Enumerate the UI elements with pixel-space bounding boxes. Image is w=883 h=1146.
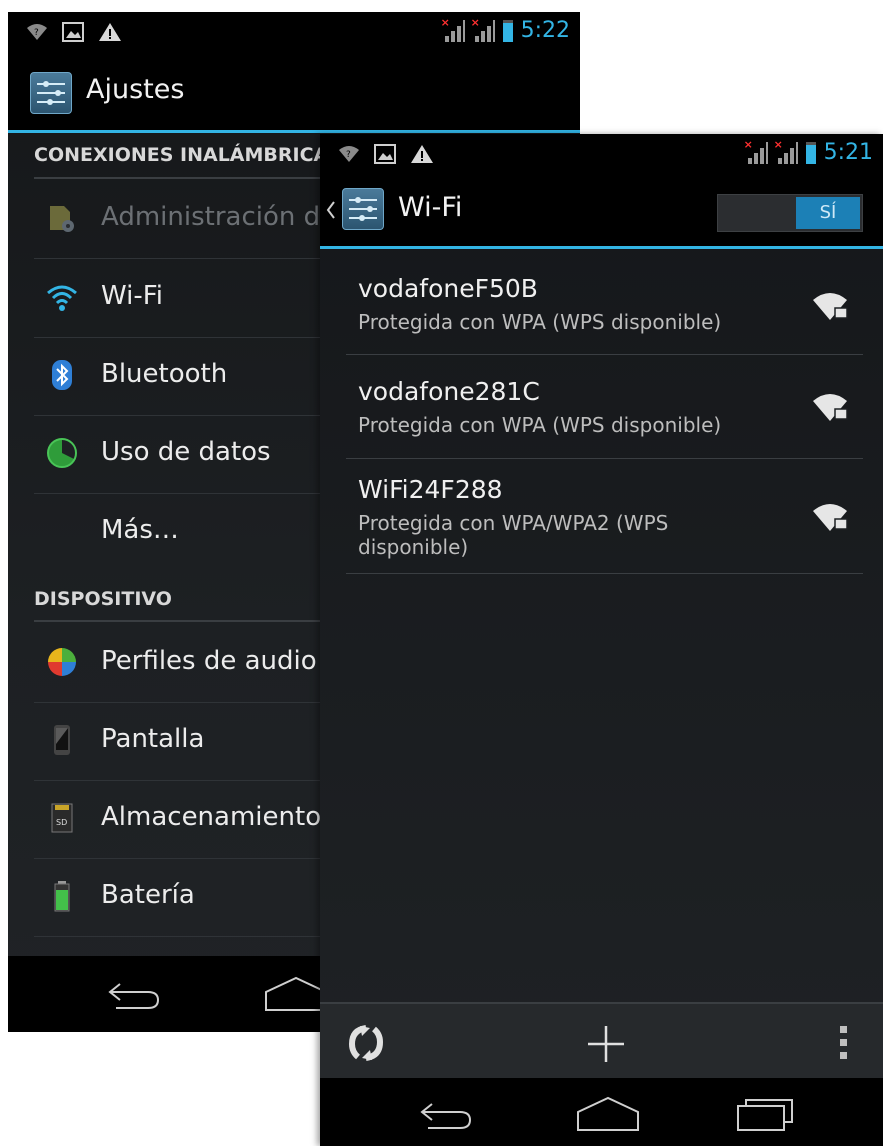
- settings-item-label: Almacenamiento: [101, 802, 322, 832]
- sim-management-icon: [50, 206, 74, 232]
- wifi-toggle[interactable]: SÍ: [717, 194, 863, 232]
- wifi-network-item[interactable]: vodafone281C Protegida con WPA (WPS disp…: [346, 355, 863, 459]
- status-time: 5:21: [823, 140, 873, 165]
- wifi-locked-signal-icon: [813, 394, 848, 421]
- recent-apps-icon[interactable]: [736, 1096, 796, 1132]
- network-security: Protegida con WPA/WPA2 (WPS disponible): [358, 511, 669, 559]
- network-security: Protegida con WPA (WPS disponible): [358, 413, 722, 437]
- svg-text:?: ?: [34, 28, 39, 38]
- settings-app-icon[interactable]: [342, 188, 384, 230]
- navigation-bar: [320, 1078, 883, 1146]
- wifi-locked-signal-icon: [813, 504, 848, 531]
- warning-icon: [99, 23, 121, 41]
- wifi-network-item[interactable]: WiFi24F288 Protegida con WPA/WPA2 (WPS d…: [346, 459, 863, 574]
- overflow-menu-icon[interactable]: [838, 1024, 850, 1062]
- image-notification-icon: [62, 22, 84, 42]
- settings-item-label: Batería: [101, 880, 195, 910]
- network-ssid: WiFi24F288: [358, 475, 503, 504]
- action-bar: Ajustes: [8, 54, 580, 133]
- wifi-question-icon: ?: [339, 146, 359, 162]
- home-icon[interactable]: [264, 976, 328, 1012]
- settings-item-label: Pantalla: [101, 724, 205, 754]
- back-icon[interactable]: [106, 980, 162, 1010]
- network-security: Protegida con WPA (WPS disponible): [358, 310, 722, 334]
- home-icon[interactable]: [576, 1096, 640, 1132]
- status-bar: ? × × 5:21: [320, 134, 883, 176]
- battery-status-icon: [502, 19, 513, 42]
- page-title: Wi-Fi: [398, 192, 463, 223]
- data-usage-icon: [47, 438, 77, 468]
- settings-item-label: Bluetooth: [101, 359, 228, 389]
- wifi-question-icon: ?: [27, 24, 47, 40]
- settings-item-label: Más…: [101, 515, 179, 545]
- section-header-device: DISPOSITIVO: [34, 588, 172, 610]
- wifi-icon: [47, 285, 77, 311]
- display-icon: [54, 725, 70, 755]
- network-ssid: vodafoneF50B: [358, 274, 538, 303]
- battery-icon: [54, 881, 70, 912]
- settings-app-icon[interactable]: [30, 72, 72, 114]
- signal-sim1-icon: ×: [441, 16, 465, 42]
- sd-card-icon: SD: [51, 803, 73, 833]
- up-caret-icon[interactable]: [326, 200, 336, 220]
- page-title: Ajustes: [86, 74, 185, 105]
- settings-item-label: Uso de datos: [101, 437, 271, 467]
- audio-profiles-icon: [48, 648, 76, 676]
- settings-item-label: Perfiles de audio: [101, 646, 317, 676]
- status-bar: ? × × 5:22: [8, 12, 580, 54]
- wifi-screen: ? × × 5:21 Wi-Fi SÍ vodafoneF50B Protegi…: [320, 134, 883, 1146]
- warning-icon: [411, 145, 433, 163]
- action-bar: Wi-Fi SÍ: [320, 174, 883, 249]
- svg-text:?: ?: [346, 150, 351, 160]
- battery-status-icon: [805, 141, 816, 164]
- signal-sim2-icon: ×: [471, 16, 495, 42]
- add-network-icon[interactable]: [586, 1024, 626, 1064]
- status-time: 5:22: [520, 18, 570, 43]
- settings-item-label: Wi-Fi: [101, 281, 164, 311]
- svg-text:SD: SD: [56, 818, 67, 827]
- wifi-toggle-on-label: SÍ: [796, 197, 860, 229]
- wifi-network-item[interactable]: vodafoneF50B Protegida con WPA (WPS disp…: [346, 252, 863, 355]
- scan-icon[interactable]: [346, 1024, 386, 1062]
- wifi-locked-signal-icon: [813, 293, 848, 320]
- signal-sim1-icon: ×: [744, 138, 768, 164]
- wifi-action-bar: [320, 1002, 883, 1080]
- back-icon[interactable]: [418, 1100, 474, 1130]
- section-header-wireless: CONEXIONES INALÁMBRICAS: [34, 144, 342, 166]
- image-notification-icon: [374, 144, 396, 164]
- network-ssid: vodafone281C: [358, 377, 540, 406]
- bluetooth-icon: [52, 360, 72, 390]
- signal-sim2-icon: ×: [774, 138, 798, 164]
